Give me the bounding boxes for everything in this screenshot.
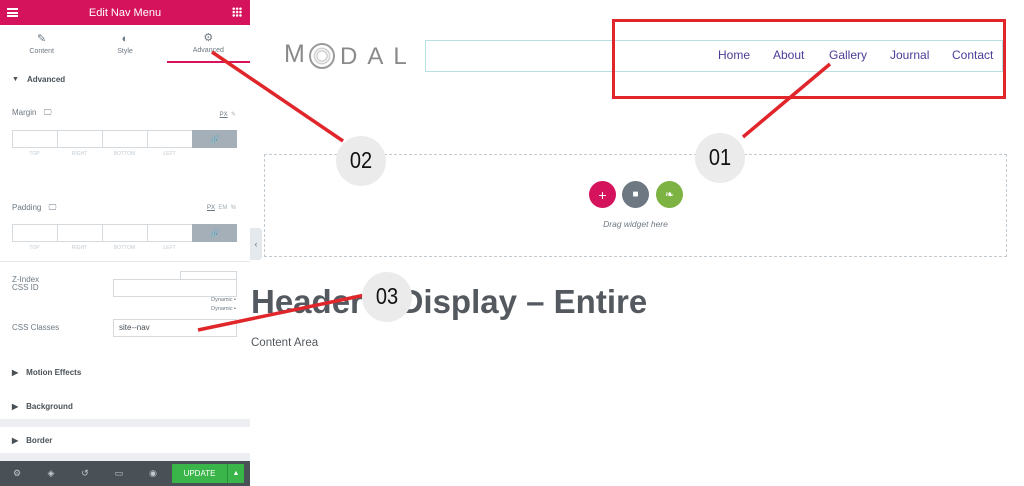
annotation-line-02 (211, 50, 344, 143)
annotation-lines (197, 50, 832, 332)
annotation-line-01 (741, 62, 832, 139)
annotation-marker-03: 03 (362, 272, 412, 322)
annotation-line-03 (197, 293, 366, 332)
annotation-marker-01: 01 (695, 133, 745, 183)
editor-window: Edit Nav Menu ✎ Content ◐ Style ⚙ Advanc… (0, 0, 1024, 486)
annotation-marker-02: 02 (336, 136, 386, 186)
